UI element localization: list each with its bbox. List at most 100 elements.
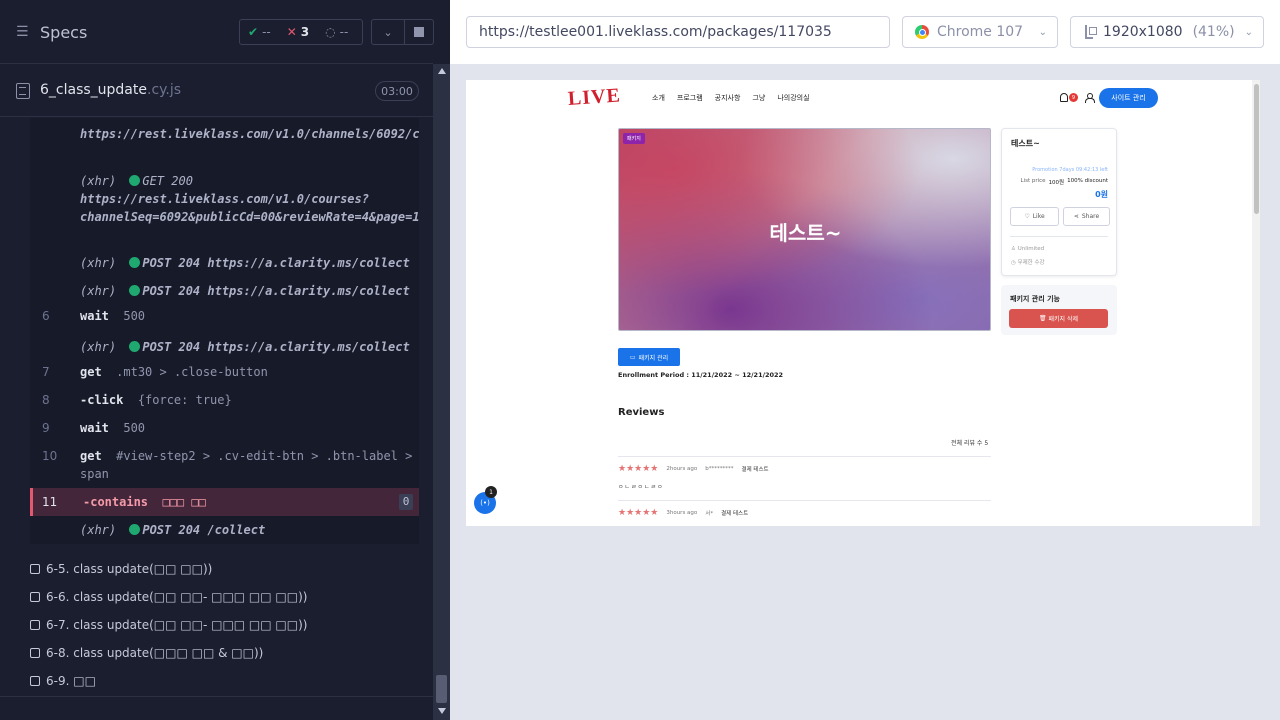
run-stats: ✔ -- ✕ 3 ◌ -- [239, 19, 363, 45]
access-meta: ♙ Unlimited [1011, 246, 1045, 252]
iframe-scrollbar[interactable] [1252, 80, 1260, 526]
package-admin-card: 패키지 관리 기능 🗑 패키지 삭제 [1001, 285, 1117, 335]
aut-header: https://testlee001.liveklass.com/package… [450, 0, 1280, 64]
scroll-down-arrow-icon[interactable] [438, 708, 446, 714]
star-rating: ★★★★★ [618, 464, 659, 474]
status-dot-icon [129, 341, 141, 352]
divider [618, 500, 991, 501]
viewport-selector[interactable]: 1920x1080 (41%) ⌄ [1070, 16, 1264, 48]
divider [1010, 236, 1108, 237]
scroll-up-arrow-icon[interactable] [438, 68, 446, 74]
url-bar[interactable]: https://testlee001.liveklass.com/package… [466, 16, 890, 48]
reviews-total: 전체 리뷰 수 5 [951, 440, 989, 447]
nav-item[interactable]: 소개 [652, 93, 665, 103]
broadcast-icon: (•) [480, 499, 490, 507]
delete-package-button[interactable]: 🗑 패키지 삭제 [1009, 309, 1108, 328]
review-item: ★★★★★ 2hours ago b********* 결제 테스트 [618, 464, 769, 474]
ruler-icon [1085, 25, 1098, 39]
specs-list-icon: ☰ [16, 24, 29, 40]
share-icon: ⋖ [1073, 213, 1079, 220]
reporter-scrollbar[interactable] [433, 64, 450, 720]
purchase-card: 테스트~ Promotion 7days 09:42:13 left List … [1001, 128, 1117, 276]
scrollbar-thumb[interactable] [436, 675, 447, 703]
test-item[interactable]: 6-7. class update(□□ □□- □□□ □□ □□)) [30, 615, 307, 635]
passed-stat: ✔ -- [248, 25, 271, 39]
notification-badge: 9 [1069, 93, 1078, 102]
test-item[interactable]: 6-6. class update(□□ □□- □□□ □□ □□)) [30, 587, 307, 607]
chevron-down-icon: ⌄ [383, 25, 393, 39]
like-button[interactable]: ♡ Like [1010, 207, 1059, 226]
status-dot-icon [129, 175, 141, 186]
test-checkbox-icon [30, 648, 40, 658]
site-admin-button[interactable]: 사이트 관리 [1099, 88, 1158, 108]
clock-icon: ◷ [1011, 260, 1016, 266]
site-nav: 소개 프로그램 공지사항 그냥 나의강의실 [652, 93, 810, 103]
site-logo[interactable]: LIVE [567, 84, 627, 112]
specs-header: ☰ Specs ✔ -- ✕ 3 ◌ -- ⌄ [0, 0, 434, 64]
chat-badge: 1 [485, 486, 497, 498]
price: 0원 [1095, 190, 1108, 199]
failed-command-row[interactable]: 11 -contains □□□ □□ 0 [30, 488, 419, 516]
browser-selector[interactable]: Chrome 107 ⌄ [902, 16, 1058, 48]
specs-title: Specs [40, 22, 88, 42]
reviews-title: Reviews [618, 407, 665, 418]
stop-icon [414, 27, 424, 37]
match-count-badge: 0 [399, 494, 413, 510]
package-tag: 패키지 [623, 133, 645, 144]
status-dot-icon [129, 257, 141, 268]
check-icon: ✔ [248, 25, 259, 39]
review-body: ㅇㄴㄹㅇㄴㄹㅇ [618, 484, 664, 491]
nav-item[interactable]: 그냥 [752, 93, 765, 103]
user-icon[interactable] [1085, 93, 1095, 103]
bell-icon[interactable] [1060, 93, 1068, 102]
share-button[interactable]: ⋖ Share [1063, 207, 1110, 226]
nav-item[interactable]: 나의강의실 [777, 93, 809, 103]
spec-file-header[interactable]: 6_class_update.cy.js 03:00 [0, 65, 433, 117]
specs-toggle[interactable]: ☰ Specs [16, 20, 87, 44]
test-checkbox-icon [30, 676, 40, 686]
person-icon: ♙ [1011, 246, 1016, 252]
trash-icon: 🗑 [1038, 315, 1049, 322]
admin-card-title: 패키지 관리 기능 [1010, 295, 1060, 303]
status-dot-icon [129, 285, 141, 296]
test-checkbox-icon [30, 564, 40, 574]
package-hero-image: 패키지 테스트~ [618, 128, 991, 331]
xhr-url: https://rest.liveklass.com/v1.0/channels… [80, 127, 419, 141]
heart-icon: ♡ [1024, 213, 1030, 220]
spec-file-name: 6_class_update [40, 82, 147, 98]
hero-title: 테스트~ [769, 221, 842, 245]
card-title: 테스트~ [1011, 139, 1040, 148]
command-log: https://rest.liveklass.com/v1.0/channels… [30, 118, 419, 544]
enrollment-period: Enrollment Period : 11/21/2022 ~ 12/21/2… [618, 371, 784, 379]
promotion-text: Promotion 7days 09:42:13 left [1032, 167, 1108, 173]
stop-button[interactable] [404, 19, 434, 45]
spec-file-ext: .cy.js [147, 82, 182, 98]
test-item[interactable]: 6-8. class update(□□□ □□ & □□)) [30, 643, 263, 663]
chevron-down-icon: ⌄ [1244, 26, 1253, 38]
list-price-row: List price 100원 100% discount [1020, 178, 1109, 186]
status-dot-icon [129, 524, 141, 535]
file-icon [16, 83, 30, 99]
nav-item[interactable]: 프로그램 [677, 93, 703, 103]
package-manage-button[interactable]: ▭ 패키지 관리 [618, 348, 680, 366]
pending-stat: ◌ -- [325, 25, 349, 39]
cross-icon: ✕ [286, 25, 297, 39]
app-under-test: https://testlee001.liveklass.com/package… [450, 0, 1280, 720]
test-item[interactable]: 6-9. □□ [30, 671, 96, 691]
reporter-panel: ☰ Specs ✔ -- ✕ 3 ◌ -- ⌄ 6_class_update.c… [0, 0, 450, 720]
aut-iframe: LIVE 소개 프로그램 공지사항 그냥 나의강의실 9 사이트 관리 패키지 … [466, 80, 1260, 526]
test-item[interactable]: 6-5. class update(□□ □□)) [30, 559, 212, 579]
nav-item[interactable]: 공지사항 [715, 93, 741, 103]
chrome-icon [915, 25, 929, 39]
period-meta: ◷ 무제한 수강 [1011, 260, 1045, 266]
duration-badge: 03:00 [375, 81, 419, 101]
divider [618, 456, 991, 457]
review-item: ★★★★★ 3hours ago 서* 결제 테스트 [618, 508, 749, 518]
spinner-icon: ◌ [325, 25, 336, 39]
test-checkbox-icon [30, 592, 40, 602]
test-checkbox-icon [30, 620, 40, 630]
chevron-down-icon: ⌄ [1038, 26, 1047, 38]
iframe-scrollbar-thumb[interactable] [1254, 84, 1259, 214]
expand-toggle-button[interactable]: ⌄ [371, 19, 405, 45]
star-rating: ★★★★★ [618, 508, 659, 518]
